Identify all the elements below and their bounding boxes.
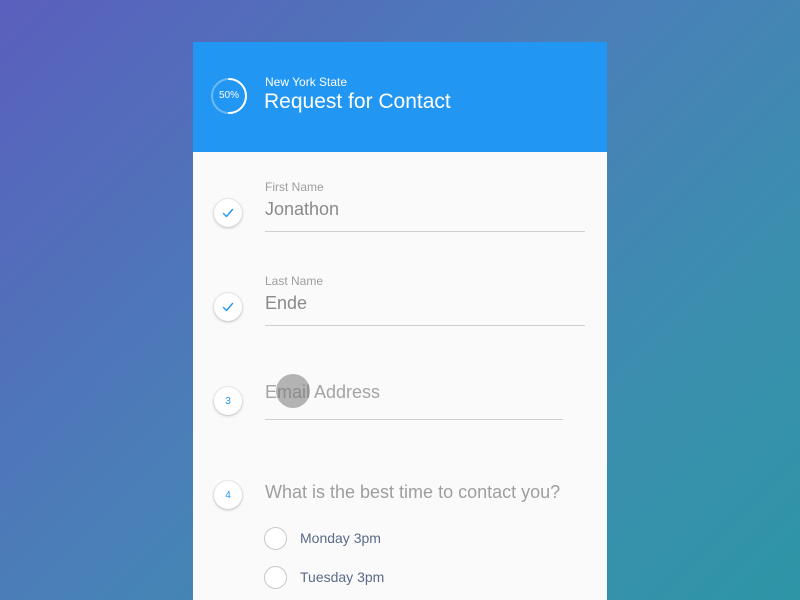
form-header: 50% New York State Request for Contact <box>193 42 607 152</box>
email-underline <box>265 419 563 420</box>
radio-option-label: Monday 3pm <box>300 530 381 546</box>
step-4-badge: 4 <box>214 481 242 509</box>
progress-ring: 50% <box>210 77 248 115</box>
last-name-label: Last Name <box>265 274 324 288</box>
radio-button[interactable] <box>264 526 287 550</box>
radio-button[interactable] <box>264 565 287 589</box>
radio-option-label: Tuesday 3pm <box>300 569 385 585</box>
form-subtitle: New York State <box>265 75 348 89</box>
last-name-underline <box>265 325 585 326</box>
first-name-underline <box>265 231 585 232</box>
first-name-field[interactable]: Jonathon <box>265 199 339 220</box>
progress-percent: 50% <box>218 90 239 101</box>
last-name-field[interactable]: Ende <box>265 293 307 314</box>
contact-time-question: What is the best time to contact you? <box>265 482 561 502</box>
contact-form-card: 50% New York State Request for Contact F… <box>193 42 607 600</box>
step-1-complete-badge <box>214 199 242 227</box>
step-2-complete-badge <box>214 293 242 321</box>
form-title: Request for Contact <box>264 90 451 113</box>
radio-option-tuesday[interactable]: Tuesday 3pm <box>264 565 464 589</box>
email-field[interactable] <box>265 379 565 405</box>
check-icon <box>222 208 234 218</box>
step-3-badge: 3 <box>214 387 242 415</box>
check-icon <box>222 302 234 312</box>
first-name-label: First Name <box>265 180 324 194</box>
touch-ripple <box>276 374 310 408</box>
radio-option-monday[interactable]: Monday 3pm <box>264 526 464 550</box>
